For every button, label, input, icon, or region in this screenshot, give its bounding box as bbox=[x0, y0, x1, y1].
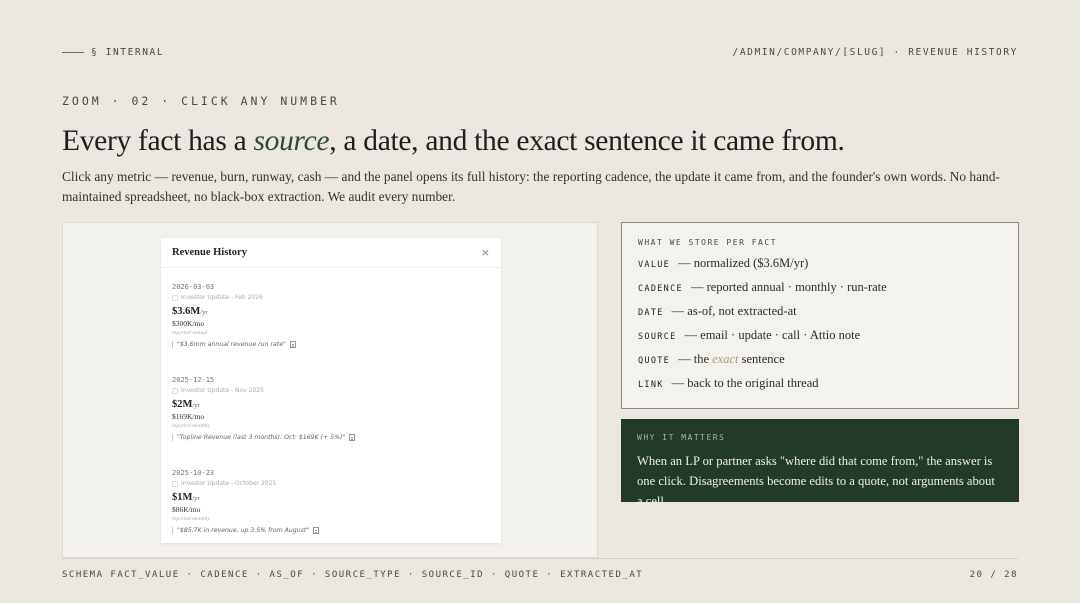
entry-source[interactable]: Investor Update - October 2025 bbox=[172, 480, 490, 487]
history-entry[interactable]: 2025-10-23 Investor Update - October 202… bbox=[172, 469, 490, 543]
footer: SCHEMA FACT_VALUE · CADENCE · AS_OF · SO… bbox=[62, 570, 1018, 580]
history-entry[interactable]: 2025-12-15 Investor Update - Nov 2025 $2… bbox=[172, 376, 490, 462]
eyebrow: ZOOM · 02 · CLICK ANY NUMBER bbox=[62, 94, 340, 108]
modal-header: Revenue History × bbox=[161, 238, 501, 268]
entry-quote-text: "Topline Revenue (last 3 months): Oct: $… bbox=[177, 434, 346, 441]
card-title: WHY IT MATTERS bbox=[637, 433, 726, 442]
entry-date: 2026-03-03 bbox=[172, 283, 215, 291]
field-row: LINK — back to the original thread bbox=[638, 376, 1002, 400]
fact-schema-card: WHAT WE STORE PER FACT VALUE — normalized… bbox=[621, 222, 1019, 409]
field-desc-emphasis: exact bbox=[712, 352, 739, 366]
field-desc: — the exact sentence bbox=[678, 352, 785, 367]
card-title: WHAT WE STORE PER FACT bbox=[638, 238, 777, 247]
entry-quote-text: "$85.7K in revenue, up 3.5% from August" bbox=[177, 527, 310, 534]
field-list: VALUE — normalized ($3.6M/yr) CADENCE — re… bbox=[638, 256, 1002, 400]
screenshot-panel: Revenue History × 2026-03-03 Investor Up… bbox=[62, 222, 598, 558]
entry-value-unit: /yr bbox=[192, 495, 200, 502]
field-row: CADENCE — reported annual · monthly · run… bbox=[638, 280, 1002, 304]
entry-quote[interactable]: "$85.7K in revenue, up 3.5% from August" bbox=[172, 527, 490, 534]
field-row: QUOTE — the exact sentence bbox=[638, 352, 1002, 376]
field-desc-start: — the bbox=[678, 352, 713, 366]
section-label: § INTERNAL bbox=[62, 47, 164, 58]
field-row: DATE — as-of, not extracted-at bbox=[638, 304, 1002, 328]
why-it-matters-card: WHY IT MATTERS When an LP or partner ask… bbox=[621, 419, 1019, 508]
entry-source-label: Investor Update - Nov 2025 bbox=[181, 387, 264, 394]
divider-rule bbox=[62, 51, 84, 53]
card-body: When an LP or partner asks "where did th… bbox=[637, 454, 995, 508]
entry-value[interactable]: $2M/yr bbox=[172, 399, 490, 410]
document-icon[interactable] bbox=[289, 341, 296, 348]
entry-monthly: $300K/mo bbox=[172, 319, 205, 328]
title-end: , a date, and the exact sentence it came… bbox=[329, 125, 845, 157]
field-desc: — normalized ($3.6M/yr) bbox=[678, 256, 809, 270]
entry-quote-text: "$3.6mm annual revenue run rate" bbox=[177, 341, 286, 348]
entry-value-amount: $2M bbox=[172, 399, 193, 410]
section-text: § INTERNAL bbox=[91, 46, 165, 58]
breadcrumb-path: /ADMIN/COMPANY/[SLUG] · REVENUE HISTORY bbox=[732, 46, 1018, 58]
entry-date: 2025-12-15 bbox=[172, 376, 215, 384]
document-icon[interactable] bbox=[349, 434, 356, 441]
schema-line: SCHEMA FACT_VALUE · CADENCE · AS_OF · SO… bbox=[62, 570, 644, 580]
entry-source-label: Investor Update - Feb 2026 bbox=[181, 294, 263, 301]
entry-value[interactable]: $1M/yr bbox=[172, 492, 490, 503]
entry-quote[interactable]: "$3.6mm annual revenue run rate" bbox=[172, 341, 490, 348]
revenue-history-modal: Revenue History × 2026-03-03 Investor Up… bbox=[161, 238, 501, 543]
checkbox-icon bbox=[172, 480, 178, 487]
entry-source[interactable]: Investor Update - Nov 2025 bbox=[172, 387, 490, 394]
field-key: QUOTE bbox=[638, 356, 671, 366]
close-icon[interactable]: × bbox=[481, 246, 490, 259]
entry-value-unit: /yr bbox=[200, 309, 208, 316]
title-start: Every fact has a bbox=[62, 125, 254, 157]
entry-quote[interactable]: "Topline Revenue (last 3 months): Oct: $… bbox=[172, 434, 490, 441]
field-key: LINK bbox=[638, 380, 664, 390]
page-title: Every fact has a source, a date, and the… bbox=[62, 125, 845, 158]
entry-cadence: reported monthly bbox=[172, 516, 210, 522]
entry-value-amount: $1M bbox=[172, 492, 193, 503]
modal-title: Revenue History bbox=[172, 247, 247, 258]
lead-paragraph: Click any metric — revenue, burn, runway… bbox=[62, 169, 1000, 204]
entry-monthly: $169K/mo bbox=[172, 412, 205, 421]
entry-date: 2025-10-23 bbox=[172, 469, 215, 477]
field-desc-end: sentence bbox=[738, 352, 785, 366]
field-desc: — email · update · call · Attio note bbox=[684, 328, 861, 342]
field-key: CADENCE bbox=[638, 284, 683, 294]
page-number: 20 / 28 bbox=[969, 570, 1018, 580]
field-desc: — reported annual · monthly · run-rate bbox=[690, 280, 887, 294]
document-icon[interactable] bbox=[313, 527, 320, 534]
footer-divider bbox=[62, 558, 1018, 559]
entry-source-label: Investor Update - October 2025 bbox=[181, 480, 277, 487]
entry-cadence: reported monthly bbox=[172, 423, 210, 429]
field-row: VALUE — normalized ($3.6M/yr) bbox=[638, 256, 1002, 280]
field-key: DATE bbox=[638, 308, 664, 318]
title-emphasis: source bbox=[253, 125, 330, 157]
entry-source[interactable]: Investor Update - Feb 2026 bbox=[172, 294, 490, 301]
history-entry[interactable]: 2026-03-03 Investor Update - Feb 2026 $3… bbox=[172, 283, 490, 369]
field-desc: — back to the original thread bbox=[671, 376, 819, 390]
field-key: VALUE bbox=[638, 260, 671, 270]
entry-value-unit: /yr bbox=[192, 402, 200, 409]
entry-cadence: reported annual bbox=[172, 330, 208, 336]
history-list: 2026-03-03 Investor Update - Feb 2026 $3… bbox=[161, 268, 501, 543]
field-row: SOURCE — email · update · call · Attio no… bbox=[638, 328, 1002, 352]
checkbox-icon bbox=[172, 294, 178, 301]
top-bar: § INTERNAL /ADMIN/COMPANY/[SLUG] · REVEN… bbox=[62, 45, 1018, 59]
entry-value[interactable]: $3.6M/yr bbox=[172, 306, 490, 317]
field-key: SOURCE bbox=[638, 332, 677, 342]
field-desc: — as-of, not extracted-at bbox=[671, 304, 797, 318]
checkbox-icon bbox=[172, 387, 178, 394]
entry-monthly: $86K/mo bbox=[172, 505, 201, 514]
entry-value-amount: $3.6M bbox=[172, 306, 201, 317]
